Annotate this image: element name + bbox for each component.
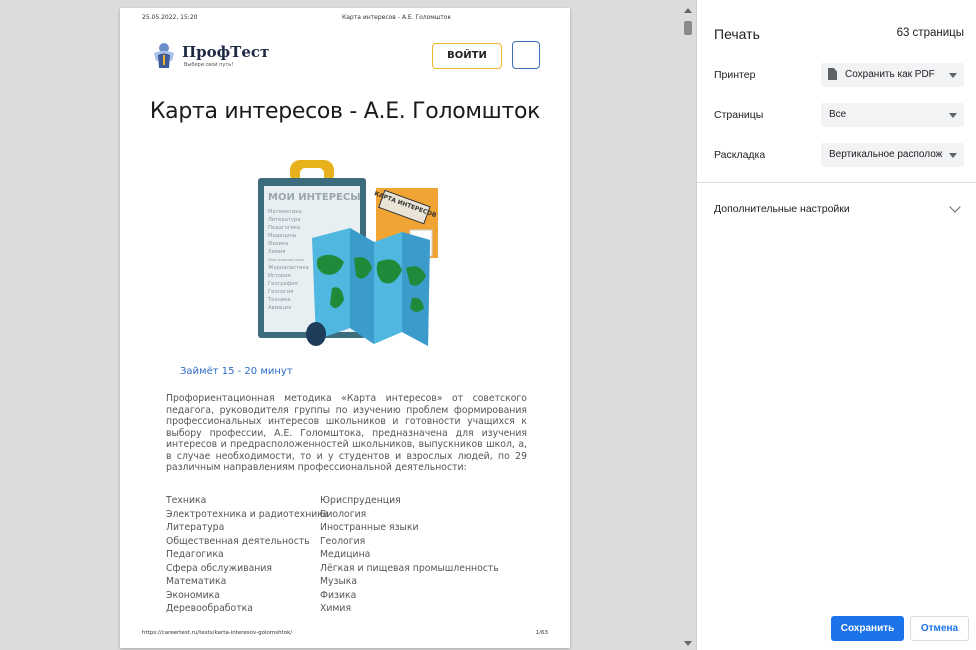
topic-item: Педагогика [166, 549, 224, 560]
footer-page-number: 1/63 [535, 630, 548, 636]
page-count: 63 страницы [896, 27, 964, 39]
topic-row: Математика Музыка [166, 575, 546, 589]
topic-item: Геология [320, 535, 366, 547]
topic-item: Сфера обслуживания [166, 562, 272, 574]
logo-person-icon [154, 43, 174, 68]
layout-label: Раскладка [714, 149, 766, 161]
print-title: Печать [714, 26, 760, 42]
topic-item: Музыка [320, 576, 358, 587]
page-title: Карта интересов - А.Е. Голомшток [149, 99, 541, 124]
topic-item: Иностранные языки [320, 522, 419, 533]
pages-label: Страницы [714, 109, 764, 121]
document-icon [828, 68, 837, 80]
folder-item: История [268, 273, 291, 279]
folder-item: Физика [268, 241, 288, 247]
folder-item: Журналистика [268, 265, 309, 271]
topic-item: Химия [320, 603, 352, 614]
topic-row: Экономика Физика [166, 589, 546, 603]
topics-list: Техника Юриспруденция Электротехника и рад… [166, 494, 546, 616]
preview-scrollbar[interactable] [681, 8, 696, 648]
print-preview-pane: 25.05.2022, 15:20 Карта интересов - А.Е.… [0, 0, 697, 650]
pages-select[interactable]: Все [821, 103, 964, 127]
topic-row: Общественная деятельность Геология [166, 535, 546, 549]
layout-value: Вертикальное расположение [829, 149, 943, 160]
printer-label: Принтер [714, 69, 756, 81]
folder-item: Геология [268, 289, 293, 295]
topic-item: Экономика [166, 589, 220, 601]
chevron-down-icon [949, 153, 957, 158]
page-footer: https://careertest.ru/tests/karta-intere… [142, 630, 548, 636]
interest-map-illustration: МОИ ИНТЕРЕСЫ Математика Литература Педаг… [258, 160, 438, 346]
save-button[interactable]: Сохранить [831, 616, 904, 641]
chevron-down-icon[interactable] [949, 201, 961, 213]
topic-row: Педагогика Медицина [166, 548, 546, 562]
pages-value: Все [829, 109, 847, 120]
preview-page: 25.05.2022, 15:20 Карта интересов - А.Е.… [120, 8, 570, 648]
topic-row: Литература Иностранные языки [166, 521, 546, 535]
header-date: 25.05.2022, 15:20 [142, 14, 198, 21]
folder-item: Математика [268, 209, 302, 215]
layout-select[interactable]: Вертикальное расположение [821, 143, 964, 167]
print-dialog: 25.05.2022, 15:20 Карта интересов - А.Е.… [0, 0, 976, 650]
topic-row: Техника Юриспруденция [166, 494, 546, 508]
duration-text: Займёт 15 - 20 минут [180, 366, 293, 377]
chevron-down-icon [949, 73, 957, 78]
topic-row: Деревообработка Химия [166, 602, 546, 616]
topic-item: Юриспруденция [320, 495, 401, 506]
topic-item: Медицина [320, 549, 371, 560]
topic-item: Электротехника и радиотехника [166, 508, 329, 520]
folder-item: Медицина [268, 233, 296, 239]
topic-item: Физика [320, 589, 357, 601]
description-text: Профориентационная методика «Карта интер… [166, 393, 527, 473]
printer-value: Сохранить как PDF [845, 69, 935, 80]
scrollbar-thumb[interactable] [684, 21, 692, 35]
folder-item: Техника [267, 297, 291, 303]
print-settings-pane: Печать 63 страницы Принтер Сохранить как… [697, 0, 976, 650]
scroll-down-arrow-icon[interactable] [684, 641, 692, 646]
site-logo: ПрофТест Выбери свой путь! [150, 41, 280, 71]
folder-title: МОИ ИНТЕРЕСЫ [268, 192, 361, 203]
folder-item: Литература [268, 217, 301, 223]
divider [697, 182, 976, 183]
printer-select[interactable]: Сохранить как PDF [821, 63, 964, 87]
folder-item: География [268, 281, 298, 287]
logo-tagline: Выбери свой путь! [184, 62, 234, 68]
logo-name: ПрофТест [182, 43, 270, 61]
topic-item: Общественная деятельность [166, 535, 310, 547]
scroll-up-arrow-icon[interactable] [684, 8, 692, 13]
chevron-down-icon [949, 113, 957, 118]
folder-item: Иностранный язык [268, 258, 305, 262]
topic-row: Сфера обслуживания Лёгкая и пищевая промы… [166, 562, 546, 576]
topic-item: Литература [166, 522, 225, 533]
topic-item: Лёгкая и пищевая промышленность [320, 562, 499, 574]
folder-item: Авиация [268, 305, 291, 311]
header-title: Карта интересов - А.Е. Голомшток [342, 14, 452, 21]
footer-url: https://careertest.ru/tests/karta-intere… [142, 630, 293, 636]
login-button: ВОЙТИ [432, 43, 502, 69]
topic-item: Деревообработка [166, 603, 253, 614]
topic-item: Биология [320, 508, 367, 520]
topic-row: Электротехника и радиотехника Биология [166, 508, 546, 522]
folder-item: Химия [268, 249, 285, 255]
topic-item: Техника [166, 495, 207, 506]
topic-item: Математика [166, 576, 227, 587]
more-settings-toggle[interactable]: Дополнительные настройки [714, 203, 850, 215]
menu-button [512, 41, 540, 69]
folder-item: Педагогика [268, 225, 300, 231]
cancel-button[interactable]: Отмена [910, 616, 969, 641]
